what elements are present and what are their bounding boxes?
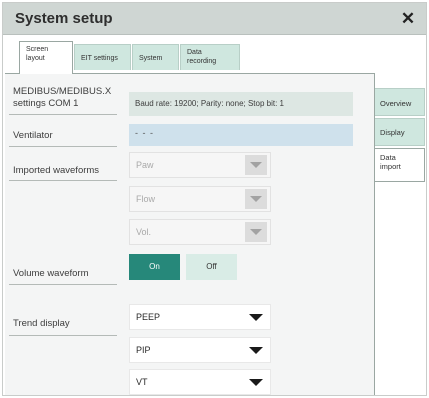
com-label-line2: settings COM 1 xyxy=(13,98,79,109)
waveform-select-value: Vol. xyxy=(136,227,152,237)
system-setup-window: System setup ✕ Screen layout EIT setting… xyxy=(2,2,427,396)
divider xyxy=(9,146,117,147)
tab-screen-layout[interactable]: Screen layout xyxy=(19,41,73,74)
com-settings-label: MEDIBUS/MEDIBUS.X settings COM 1 xyxy=(13,86,111,110)
tab-eit-settings[interactable]: EIT settings xyxy=(74,44,131,70)
chevron-down-icon xyxy=(250,196,262,202)
divider xyxy=(9,284,117,285)
waveform-select-paw[interactable]: Paw xyxy=(129,152,271,178)
com-settings-info: Baud rate: 19200; Parity: none; Stop bit… xyxy=(129,92,353,116)
chevron-down-icon xyxy=(249,347,263,354)
side-tab-data-import[interactable]: Data import xyxy=(375,148,425,182)
waveform-select-value: Flow xyxy=(136,194,156,204)
side-tab-overview[interactable]: Overview xyxy=(375,88,425,116)
trend-display-label: Trend display xyxy=(13,318,70,329)
volume-waveform-label: Volume waveform xyxy=(13,268,89,279)
side-tab-label: Display xyxy=(380,128,405,137)
dropdown-button[interactable] xyxy=(245,372,267,392)
dropdown-button[interactable] xyxy=(245,155,267,175)
tab-label: System xyxy=(139,55,163,62)
dropdown-button[interactable] xyxy=(245,189,267,209)
divider xyxy=(9,180,117,181)
waveform-select-flow[interactable]: Flow xyxy=(129,186,271,212)
divider xyxy=(9,114,117,115)
side-tab-bar: Overview Display Data import xyxy=(375,73,426,395)
chevron-down-icon xyxy=(249,379,263,386)
ventilator-label: Ventilator xyxy=(13,130,53,141)
tab-system[interactable]: System xyxy=(132,44,179,70)
trend-select-value: PEEP xyxy=(136,312,161,322)
chevron-down-icon xyxy=(249,314,263,321)
volume-waveform-on-button[interactable]: On xyxy=(129,254,180,280)
trend-select-value: PIP xyxy=(136,345,151,355)
side-tab-label-line1: Data xyxy=(380,153,396,162)
dropdown-button[interactable] xyxy=(245,340,267,360)
side-tab-display[interactable]: Display xyxy=(375,118,425,146)
ventilator-value: - - - xyxy=(129,124,353,146)
tab-label-line1: Screen xyxy=(26,46,49,53)
trend-select-vt[interactable]: VT xyxy=(129,369,271,395)
chevron-down-icon xyxy=(250,162,262,168)
trend-select-value: VT xyxy=(136,377,148,387)
dropdown-button[interactable] xyxy=(245,222,267,242)
tab-label-line2: recording xyxy=(187,58,217,65)
trend-select-pip[interactable]: PIP xyxy=(129,337,271,363)
tab-label: EIT settings xyxy=(81,55,118,62)
chevron-down-icon xyxy=(250,229,262,235)
data-import-panel: MEDIBUS/MEDIBUS.X settings COM 1 Baud ra… xyxy=(5,73,375,395)
imported-waveforms-label: Imported waveforms xyxy=(13,165,100,176)
side-tab-label: Overview xyxy=(380,99,412,108)
divider xyxy=(9,335,117,336)
dropdown-button[interactable] xyxy=(245,307,267,327)
title-bar: System setup ✕ xyxy=(3,3,426,35)
tab-label-line2: layout xyxy=(26,55,45,62)
close-icon[interactable]: ✕ xyxy=(396,7,420,31)
trend-select-peep[interactable]: PEEP xyxy=(129,304,271,330)
tab-label-line1: Data xyxy=(187,49,202,56)
com-label-line1: MEDIBUS/MEDIBUS.X xyxy=(13,86,112,97)
window-title: System setup xyxy=(15,10,113,27)
side-tab-label-line2: import xyxy=(380,162,401,171)
waveform-select-value: Paw xyxy=(136,160,154,170)
top-tab-bar: Screen layout EIT settings System Data r… xyxy=(3,36,426,74)
volume-waveform-off-button[interactable]: Off xyxy=(186,254,237,280)
waveform-select-vol[interactable]: Vol. xyxy=(129,219,271,245)
tab-data-recording[interactable]: Data recording xyxy=(180,44,240,70)
